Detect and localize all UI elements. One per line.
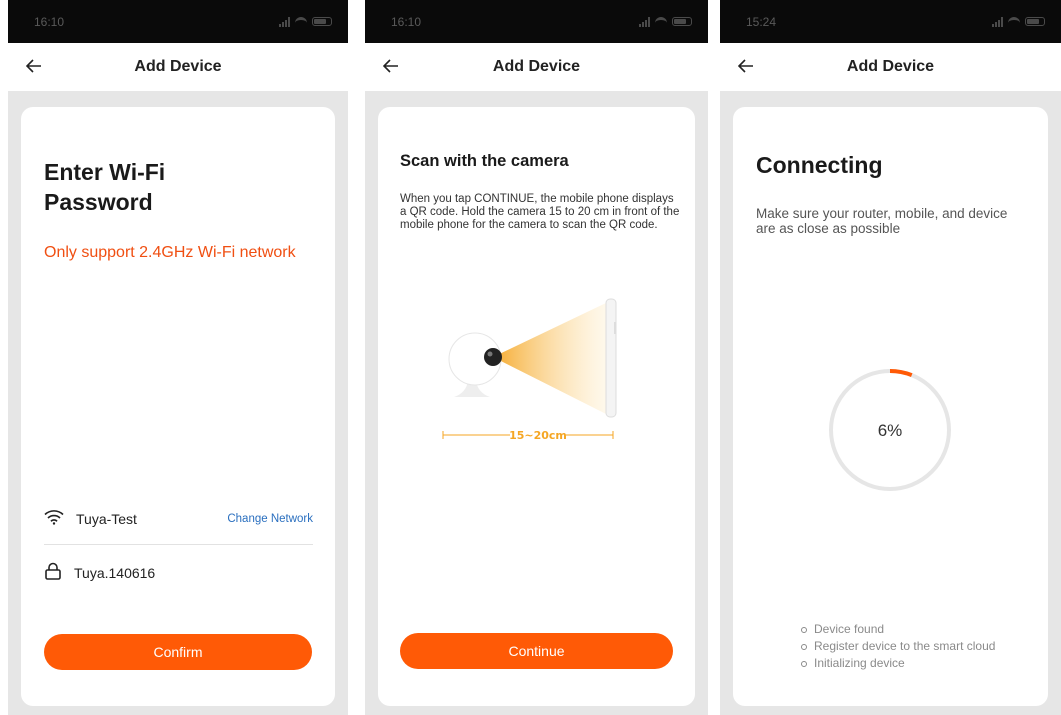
step-label: Register device to the smart cloud (814, 639, 996, 653)
status-bar: 16:10 (365, 0, 708, 43)
instructions: When you tap CONTINUE, the mobile phone … (400, 193, 680, 231)
page-title: Add Device (492, 58, 581, 75)
status-icons (279, 16, 332, 27)
phone-side (605, 298, 617, 418)
progress-percent: 6% (878, 421, 903, 440)
status-bar: 15:24 (720, 0, 1061, 43)
wifi-password-screen: 16:10 Add Device Enter Wi-Fi Password On… (8, 0, 348, 715)
app-bar: Add Device (720, 43, 1061, 91)
app-bar: Add Device (365, 43, 708, 91)
phone-button (614, 322, 616, 334)
camera-phone-illustration: 15~20cm (442, 298, 617, 442)
step-bullet (801, 643, 807, 650)
signal-icon (639, 16, 650, 27)
connecting-screen: 15:24 Add Device Connecting Make sure yo… (720, 0, 1061, 715)
content-card: Connecting Make sure your router, mobile… (733, 107, 1048, 706)
app-bar: Add Device (8, 43, 348, 91)
status-icons (639, 16, 692, 27)
wifi-band-warning: Only support 2.4GHz Wi-Fi network (44, 244, 296, 261)
page-title: Add Device (134, 58, 222, 75)
lens-glint (487, 351, 493, 357)
continue-button[interactable]: Continue (400, 633, 673, 669)
status-bar: 16:10 (8, 0, 348, 43)
divider (44, 544, 313, 545)
content-card: Enter Wi-Fi Password Only support 2.4GHz… (21, 107, 335, 706)
step-bullet (801, 660, 807, 667)
network-row: Tuya-Test Change Network (44, 507, 313, 531)
step-label: Initializing device (814, 656, 905, 670)
status-icons (992, 16, 1045, 27)
back-arrow-icon[interactable] (380, 55, 402, 77)
wifi-status-icon (655, 17, 667, 26)
status-time: 16:10 (34, 14, 65, 29)
instructions: Make sure your router, mobile, and devic… (756, 206, 1008, 236)
back-arrow-icon[interactable] (735, 55, 757, 77)
step-initializing: Initializing device (801, 655, 995, 672)
battery-icon (672, 17, 692, 26)
distance-label: 15~20cm (509, 429, 567, 442)
content-card: Scan with the camera When you tap CONTIN… (378, 107, 695, 706)
battery-icon (312, 17, 332, 26)
lock-icon (44, 562, 62, 585)
network-name: Tuya-Test (76, 511, 137, 527)
signal-icon (992, 16, 1003, 27)
battery-icon (1025, 17, 1045, 26)
wifi-status-icon (1008, 17, 1020, 26)
scan-camera-screen: 16:10 Add Device Scan with the camera Wh… (365, 0, 708, 715)
signal-icon (279, 16, 290, 27)
heading: Enter Wi-Fi Password (44, 159, 166, 215)
password-row[interactable]: Tuya.140616 (44, 561, 313, 585)
wifi-icon (44, 509, 64, 530)
wifi-status-icon (295, 17, 307, 26)
connection-steps: Device found Register device to the smar… (801, 621, 995, 672)
confirm-button[interactable]: Confirm (44, 634, 312, 670)
progress-ring: 6% (829, 369, 951, 491)
change-network-link[interactable]: Change Network (227, 513, 313, 525)
step-bullet (801, 626, 807, 633)
password-field[interactable]: Tuya.140616 (74, 565, 155, 581)
camera-beam (493, 302, 608, 415)
step-register-cloud: Register device to the smart cloud (801, 638, 995, 655)
back-arrow-icon[interactable] (23, 55, 45, 77)
status-time: 15:24 (746, 14, 777, 29)
step-device-found: Device found (801, 621, 995, 638)
camera-lens (484, 348, 502, 366)
status-time: 16:10 (391, 14, 422, 29)
heading: Scan with the camera (400, 152, 569, 170)
step-label: Device found (814, 622, 885, 636)
heading: Connecting (756, 152, 883, 178)
page-title: Add Device (846, 58, 935, 75)
